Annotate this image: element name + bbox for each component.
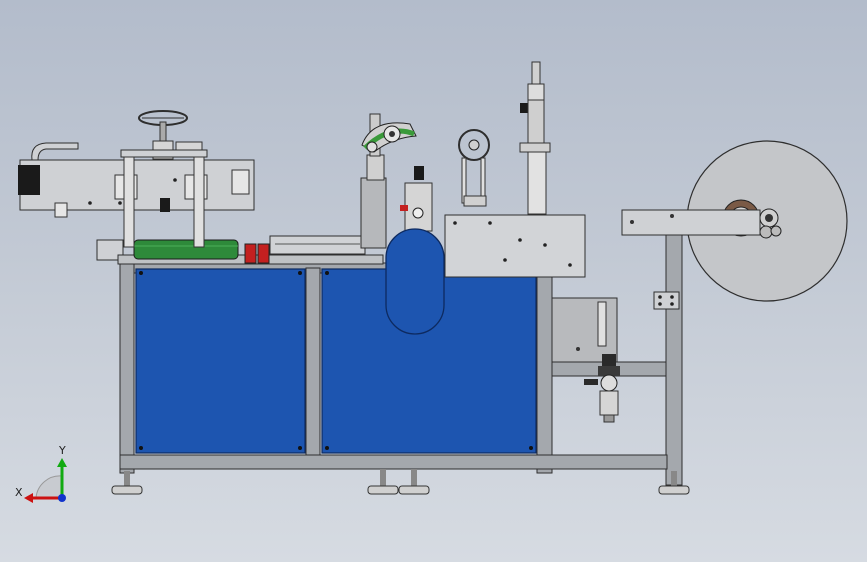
blue-oval-guard <box>385 228 445 335</box>
foot-right <box>658 471 690 495</box>
y-axis-arrow-icon <box>57 458 67 467</box>
labeling-machine-drawing: Y X <box>15 61 848 503</box>
leveling-feet <box>111 469 690 495</box>
handwheel-right <box>458 129 490 207</box>
x-axis-arrow-icon <box>24 493 33 503</box>
cad-viewport: Y X <box>0 0 867 562</box>
sensor-mast <box>519 61 551 215</box>
unwind-arm <box>621 209 761 236</box>
z-axis-icon <box>58 494 66 502</box>
green-roller <box>133 239 239 260</box>
foot-mid-1 <box>367 469 399 495</box>
y-axis-label: Y <box>58 444 66 457</box>
foot-mid-2 <box>398 469 430 495</box>
x-axis-label: X <box>15 486 23 499</box>
blue-cabinet-doors <box>135 268 537 454</box>
vertical-post <box>653 234 683 486</box>
coordinate-triad: Y X <box>15 444 67 503</box>
foot-left <box>111 471 143 495</box>
